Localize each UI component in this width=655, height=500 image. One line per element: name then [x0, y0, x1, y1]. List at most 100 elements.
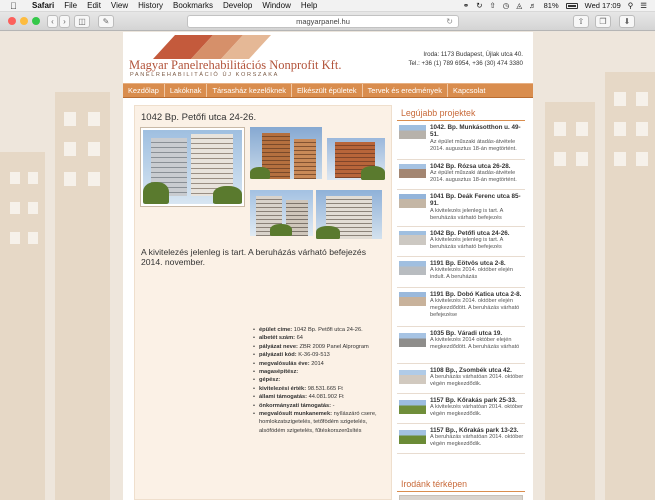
logo-title[interactable]: Magyar Panelrehabilitációs Nonprofit Kft…	[129, 58, 341, 73]
project-summary: A beruházás várhatóan 2014. október végé…	[430, 374, 524, 388]
project-title[interactable]: 1041 Bp. Deák Ferenc utca 85-91.	[430, 193, 524, 208]
nav-kezdolap[interactable]: Kezdőlap	[123, 84, 165, 97]
main-photo[interactable]	[143, 130, 242, 204]
bg-window	[576, 152, 588, 166]
detail-row: magasépítész:	[253, 368, 388, 377]
list-item[interactable]: 1191 Bp. Dobó Katica utca 2-8. A kivitel…	[397, 288, 525, 327]
project-title[interactable]: 1042. Bp. Munkásotthon u. 49-51.	[430, 124, 524, 139]
close-window-button[interactable]	[8, 17, 16, 25]
list-item[interactable]: 1035 Bp. Váradi utca 19. A kivitelezés 2…	[397, 327, 525, 364]
project-thumbnail[interactable]	[399, 125, 426, 139]
detail-row: gépész:	[253, 376, 388, 385]
project-thumbnail[interactable]	[399, 430, 426, 444]
project-thumbnail[interactable]	[399, 261, 426, 275]
downloads-button[interactable]: ⬇	[619, 15, 635, 28]
list-item[interactable]: 1191 Bp. Eötvös utca 2-8. A kivitelezés …	[397, 257, 525, 288]
notification-center-icon[interactable]: ☰	[640, 1, 647, 10]
share-icon: ⇧	[577, 17, 585, 26]
wifi-icon[interactable]: ◬	[516, 1, 522, 10]
gallery-photo-2[interactable]	[327, 138, 385, 180]
project-title[interactable]: 1042 Bp. Rózsa utca 26-28.	[430, 163, 524, 170]
detail-row: megvalósult munkanemek: nyílászáró csere…	[253, 410, 388, 435]
creative-cloud-icon[interactable]: ⚭	[463, 1, 469, 10]
minimize-window-button[interactable]	[20, 17, 28, 25]
bg-window	[64, 142, 76, 156]
list-item[interactable]: 1042 Bp. Rózsa utca 26-28. Az épület műs…	[397, 160, 525, 190]
page-title: 1042 Bp. Petőfi utca 24-26.	[141, 112, 257, 123]
project-title[interactable]: 1157 Bp. Kőrakás park 25-33.	[430, 397, 524, 404]
upload-icon[interactable]: ⇧	[489, 1, 495, 10]
spotlight-icon[interactable]: ⚲	[628, 1, 634, 10]
project-thumbnail[interactable]	[399, 164, 426, 178]
gallery-photo-4[interactable]	[316, 190, 382, 239]
website: Magyar Panelrehabilitációs Nonprofit Kft…	[123, 32, 533, 500]
project-summary: A kivitelezés jelenleg is tart. A beruhá…	[430, 207, 504, 221]
nav-elkeszult-epuletek[interactable]: Elkészült épületek	[292, 84, 363, 97]
apple-icon[interactable]: 	[10, 1, 20, 11]
project-title[interactable]: 1035 Bp. Váradi utca 19.	[430, 330, 524, 337]
logo-icon[interactable]	[153, 35, 273, 59]
construction-status: A kivitelezés jelenleg is tart. A beruhá…	[141, 247, 367, 267]
project-title[interactable]: 1191 Bp. Eötvös utca 2-8.	[430, 260, 524, 267]
project-thumbnail[interactable]	[399, 400, 426, 414]
menu-edit[interactable]: Edit	[87, 1, 101, 10]
tabs-button[interactable]: ❐	[595, 15, 611, 28]
detail-label: önkormányzati támogatás:	[259, 402, 332, 409]
list-item[interactable]: 1157 Bp. Kőrakás park 25-33. A kivitelez…	[397, 394, 525, 424]
menu-help[interactable]: Help	[301, 1, 317, 10]
list-item[interactable]: 1157 Bp., Kőrakás park 13-23. A beruházá…	[397, 424, 525, 454]
sync-icon[interactable]: ↻	[476, 1, 482, 10]
zoom-window-button[interactable]	[32, 17, 40, 25]
bg-window	[88, 172, 100, 186]
menu-bookmarks[interactable]: Bookmarks	[173, 1, 213, 10]
nav-kapcsolat[interactable]: Kapcsolat	[448, 84, 490, 97]
list-item[interactable]: 1108 Bp., Zsombék utca 42. A beruházás v…	[397, 364, 525, 394]
menu-history[interactable]: History	[138, 1, 163, 10]
share-button[interactable]: ⇧	[573, 15, 589, 28]
back-button[interactable]: ‹	[47, 15, 58, 28]
bg-window	[576, 122, 588, 136]
address-bar[interactable]: magyarpanel.hu ↻	[187, 15, 459, 28]
list-item[interactable]: 1041 Bp. Deák Ferenc utca 85-91. A kivit…	[397, 190, 525, 227]
menu-app-safari[interactable]: Safari	[32, 1, 54, 10]
project-title[interactable]: 1108 Bp., Zsombék utca 42.	[430, 367, 524, 374]
list-item[interactable]: 1042 Bp. Petőfi utca 24-26. A kivitelezé…	[397, 227, 525, 257]
project-thumbnail[interactable]	[399, 231, 426, 245]
office-map[interactable]	[399, 495, 523, 500]
project-title[interactable]: 1191 Bp. Dobó Katica utca 2-8.	[430, 291, 524, 298]
detail-label: pályázat neve:	[259, 343, 298, 350]
nav-lakoknak[interactable]: Lakóknak	[165, 84, 208, 97]
battery-percent[interactable]: 81%	[544, 1, 559, 10]
bg-window	[88, 112, 100, 126]
gallery-photo-1[interactable]	[250, 127, 322, 179]
menu-develop[interactable]: Develop	[223, 1, 252, 10]
project-thumbnail[interactable]	[399, 194, 426, 208]
volume-icon[interactable]: ♬	[529, 1, 537, 10]
list-item[interactable]: 1042. Bp. Munkásotthon u. 49-51. Az épül…	[397, 121, 525, 160]
battery-icon[interactable]	[565, 2, 578, 9]
nav-tervek-es-eredmenyek[interactable]: Tervek és eredmények	[363, 84, 448, 97]
project-thumbnail[interactable]	[399, 292, 426, 306]
time-machine-icon[interactable]: ◷	[503, 1, 510, 10]
menu-view[interactable]: View	[111, 1, 128, 10]
reading-list-button[interactable]: ✎	[98, 15, 114, 28]
menu-window[interactable]: Window	[262, 1, 290, 10]
project-thumbnail[interactable]	[399, 333, 426, 347]
site-header: Magyar Panelrehabilitációs Nonprofit Kft…	[123, 32, 533, 82]
detail-value: K-36-09-513	[298, 352, 330, 359]
project-title[interactable]: 1042 Bp. Petőfi utca 24-26.	[430, 230, 524, 237]
detail-row: pályázati kód: K-36-09-513	[253, 351, 388, 360]
reload-icon[interactable]: ↻	[446, 16, 453, 27]
gallery-photo-3[interactable]	[250, 190, 313, 236]
project-thumbnail[interactable]	[399, 370, 426, 384]
nav-tarsashaz-kezeloknek[interactable]: Társasház kezelőknek	[207, 84, 292, 97]
clock[interactable]: Wed 17:09	[585, 1, 621, 10]
project-summary: A kivitelezés 2014 október elején megkez…	[430, 337, 520, 351]
forward-button[interactable]: ›	[59, 15, 70, 28]
photo-tree	[361, 166, 385, 180]
menu-file[interactable]: File	[64, 1, 77, 10]
project-title[interactable]: 1157 Bp., Kőrakás park 13-23.	[430, 427, 524, 434]
photo-tree	[270, 224, 292, 236]
sidebar-button[interactable]: ◫	[74, 15, 90, 28]
main-photo-frame[interactable]	[140, 127, 245, 207]
